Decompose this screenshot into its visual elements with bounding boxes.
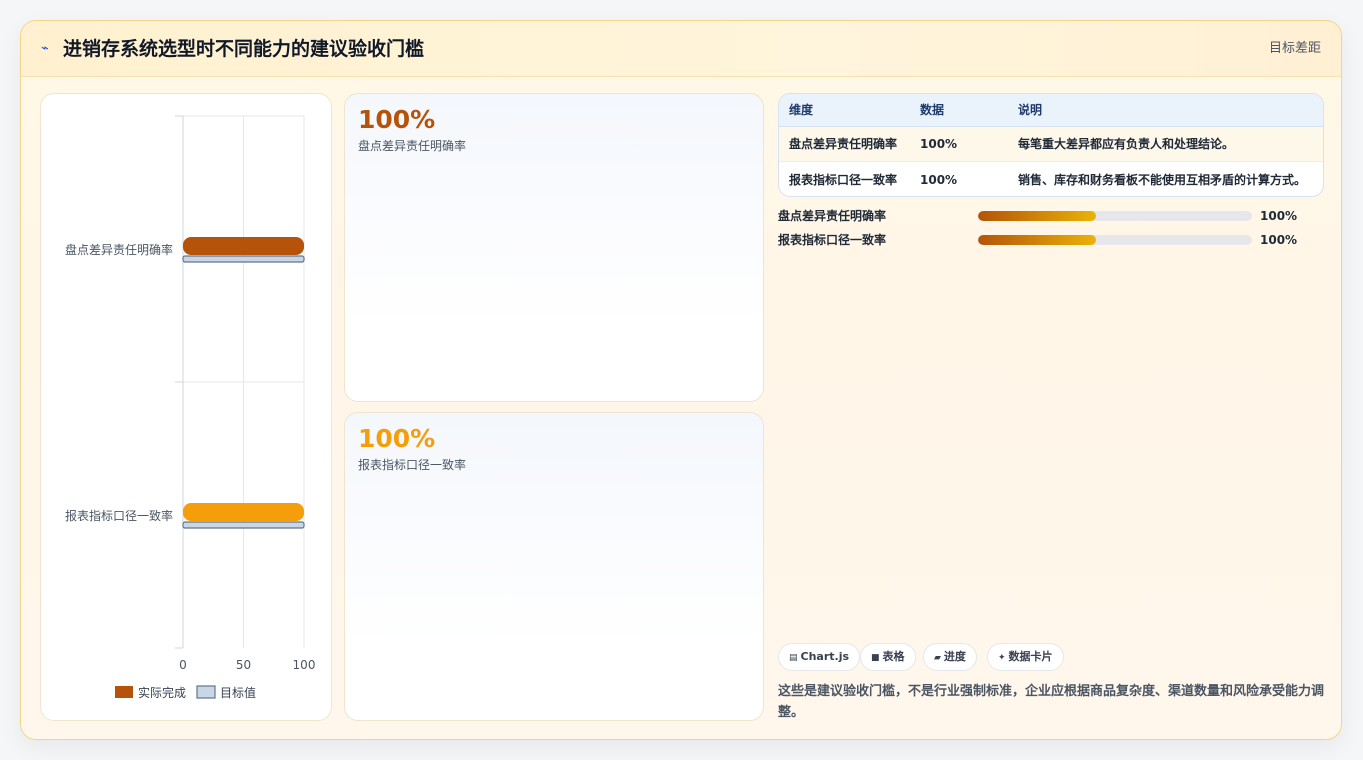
progress-icon: ▰: [934, 653, 941, 663]
tag-label: 数据卡片: [1008, 650, 1053, 663]
bar-actual: [183, 237, 304, 255]
progress-row: 盘点差异责任明确率 100%: [778, 207, 1338, 225]
tag-label: 表格: [882, 650, 905, 663]
x-tick-label: 50: [236, 658, 251, 672]
data-table: 维度 数据 说明 盘点差异责任明确率 100% 每笔重大差异都应有负责人和处理结…: [778, 93, 1324, 197]
progress-fill: [978, 235, 1096, 245]
chart-line-icon: ⌁: [41, 41, 49, 56]
progress-value: 100%: [1260, 233, 1298, 247]
category-label: 盘点差异责任明确率: [65, 242, 173, 257]
legend-label: 实际完成: [138, 685, 186, 700]
tag-label: 进度: [943, 650, 966, 663]
kpi-label: 报表指标口径一致率: [358, 458, 467, 472]
table-cell: 盘点差异责任明确率: [789, 137, 898, 151]
progress-row: 报表指标口径一致率 100%: [778, 231, 1338, 249]
progress-fill: [978, 211, 1096, 221]
x-tick-label: 100: [293, 658, 316, 672]
progress-label: 报表指标口径一致率: [778, 233, 887, 247]
bar-target: [182, 521, 305, 529]
bar-target: [182, 255, 305, 263]
legend-swatch-target: [196, 685, 216, 699]
dashboard-panel: ⌁ 进销存系统选型时不同能力的建议验收门槛 目标差距 盘点差异责任明确率 报表指标…: [20, 20, 1342, 740]
table-header-row: 维度 数据 说明: [779, 94, 1323, 127]
table-tag[interactable]: ■ 表格: [860, 643, 916, 671]
table-cell: 报表指标口径一致率: [789, 173, 898, 187]
table-row: 报表指标口径一致率 100% 销售、库存和财务看板不能使用互相矛盾的计算方式。: [779, 162, 1323, 196]
bar-actual: [183, 503, 304, 521]
kpi-value: 100%: [358, 105, 436, 134]
legend-swatch-actual: [115, 686, 133, 698]
panel-header: ⌁ 进销存系统选型时不同能力的建议验收门槛 目标差距: [21, 21, 1341, 77]
chartjs-tag[interactable]: ▤ Chart.js: [778, 643, 861, 671]
table-header-cell: 维度: [789, 103, 814, 117]
table-header-cell: 数据: [920, 103, 945, 117]
table-row: 盘点差异责任明确率 100% 每笔重大差异都应有负责人和处理结论。: [779, 127, 1323, 162]
footnote: 这些是建议验收门槛，不是行业强制标准，企业应根据商品复杂度、渠道数量和风险承受能…: [778, 684, 1325, 720]
progress-tag[interactable]: ▰ 进度: [923, 643, 977, 671]
table-cell: 销售、库存和财务看板不能使用互相矛盾的计算方式。: [1018, 173, 1307, 187]
legend-label: 目标值: [220, 685, 256, 700]
kpi-card-1: 100% 盘点差异责任明确率: [344, 93, 764, 402]
kpi-value: 100%: [358, 424, 436, 453]
progress-track: [978, 235, 1252, 245]
table-icon: ■: [871, 653, 880, 663]
category-label: 报表指标口径一致率: [65, 508, 173, 523]
table-header-cell: 说明: [1018, 103, 1043, 117]
kpi-card-2: 100% 报表指标口径一致率: [344, 412, 764, 721]
kpi-label: 盘点差异责任明确率: [358, 139, 467, 153]
x-tick-label: 0: [179, 658, 187, 672]
page-title: 进销存系统选型时不同能力的建议验收门槛: [63, 38, 425, 60]
progress-value: 100%: [1260, 209, 1298, 223]
table-cell: 100%: [920, 137, 958, 151]
progress-track: [978, 211, 1252, 221]
bar-chart-svg: 盘点差异责任明确率报表指标口径一致率 0 50 100 实际完成 目标值: [65, 115, 316, 700]
chart-icon: ▤: [789, 653, 798, 663]
progress-label: 盘点差异责任明确率: [778, 209, 887, 223]
target-gap-label: 目标差距: [1268, 41, 1321, 56]
tag-label: Chart.js: [800, 650, 850, 663]
table-cell: 100%: [920, 173, 958, 187]
sparkle-icon: ✦: [998, 653, 1006, 663]
table-cell: 每笔重大差异都应有负责人和处理结论。: [1018, 137, 1235, 151]
data-card-tag[interactable]: ✦ 数据卡片: [987, 643, 1064, 671]
bar-chart: 盘点差异责任明确率 报表指标口径一致率 0 50 100 实际完成 目标值: [40, 93, 332, 721]
